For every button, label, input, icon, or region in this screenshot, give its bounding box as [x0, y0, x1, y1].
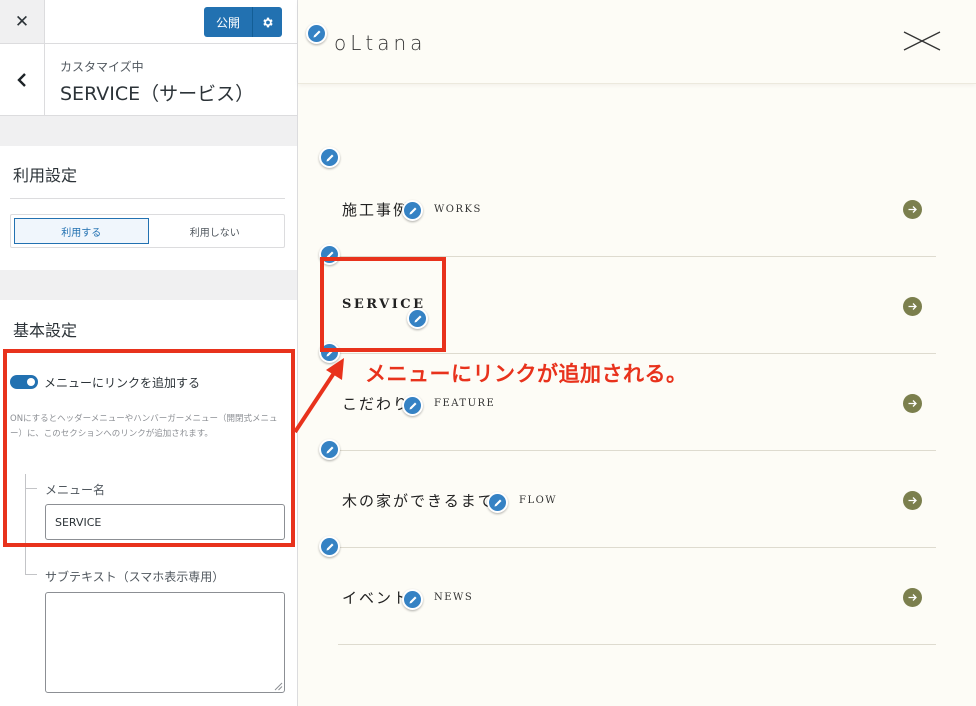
arrow-right-icon — [903, 394, 922, 413]
publish-button[interactable]: 公開 — [204, 7, 282, 37]
menu-item-sublabel: NEWS — [434, 592, 474, 603]
edit-shortcut-icon[interactable] — [319, 147, 340, 168]
section-header: カスタマイズ中 SERVICE（サービス） — [0, 44, 297, 116]
menu-item-label: 施工事例 — [342, 201, 411, 219]
publish-label: 公開 — [215, 15, 240, 30]
menu-item-sublabel: FEATURE — [434, 398, 496, 409]
subtext-label: サブテキスト（スマホ表示専用） — [45, 570, 225, 584]
edit-shortcut-icon[interactable] — [319, 536, 340, 557]
customizer-header: ✕ 公開 — [0, 0, 297, 44]
edit-logo-icon[interactable] — [306, 23, 327, 44]
menu-item-sublabel: FLOW — [519, 495, 558, 506]
divider — [10, 198, 285, 199]
menu-item-flow[interactable]: 木の家ができるまで FLOW — [338, 451, 936, 548]
gear-icon[interactable] — [253, 16, 282, 29]
edit-shortcut-icon[interactable] — [402, 395, 423, 416]
tree-branch — [25, 574, 37, 575]
basic-settings-title: 基本設定 — [13, 321, 78, 340]
annotation-arrow-icon — [293, 358, 344, 434]
menu-item-label: こだわり — [342, 395, 411, 413]
menu-item-label: イベント — [342, 589, 411, 607]
close-icon: ✕ — [14, 11, 30, 32]
menu-item-sublabel: WORKS — [434, 204, 482, 215]
edit-shortcut-icon[interactable] — [319, 439, 340, 460]
edit-shortcut-icon[interactable] — [487, 492, 508, 513]
section-title: SERVICE（サービス） — [60, 83, 255, 105]
edit-shortcut-icon[interactable] — [402, 589, 423, 610]
not-use-option[interactable]: 利用しない — [149, 218, 282, 244]
usage-settings-title: 利用設定 — [13, 166, 78, 185]
highlight-box-settings — [3, 349, 295, 547]
edit-shortcut-icon[interactable] — [402, 200, 423, 221]
subtext-textarea[interactable] — [45, 592, 285, 693]
menu-item-news[interactable]: イベント NEWS — [338, 548, 936, 645]
chevron-left-icon — [17, 72, 26, 87]
arrow-right-icon — [903, 588, 922, 607]
usage-segmented-control: 利用する 利用しない — [10, 214, 285, 248]
arrow-right-icon — [903, 491, 922, 510]
arrow-right-icon — [903, 297, 922, 316]
resize-grip-icon[interactable] — [274, 682, 283, 691]
arrow-right-icon — [903, 200, 922, 219]
usage-settings-group: 利用設定 利用する 利用しない — [0, 146, 297, 270]
close-menu-icon[interactable] — [902, 28, 942, 54]
site-header: oLtana — [298, 0, 976, 84]
site-preview: oLtana 施工事例 WORKS SERVICE こだわり FEATURE 木… — [298, 0, 976, 706]
close-customizer-button[interactable]: ✕ — [0, 0, 45, 43]
site-logo[interactable]: oLtana — [334, 31, 426, 55]
highlight-box-service — [320, 257, 446, 352]
annotation-text: メニューにリンクが追加される。 — [365, 362, 688, 386]
menu-item-label: 木の家ができるまで — [342, 492, 495, 510]
back-button[interactable] — [0, 44, 45, 115]
use-option[interactable]: 利用する — [14, 218, 149, 244]
breadcrumb: カスタマイズ中 — [60, 60, 144, 74]
menu-item-works[interactable]: 施工事例 WORKS — [338, 160, 936, 257]
